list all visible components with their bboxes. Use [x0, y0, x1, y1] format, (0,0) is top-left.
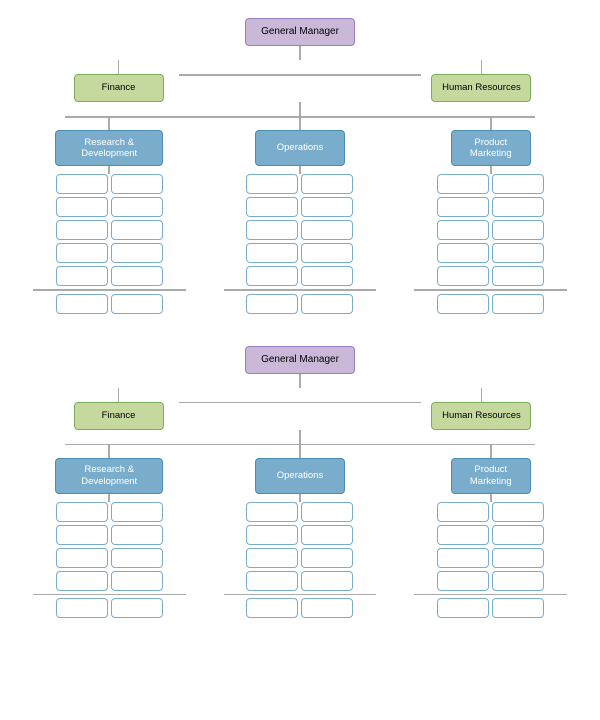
- ops-item[interactable]: [246, 266, 298, 286]
- hbar-staff-1: [179, 74, 421, 76]
- hr-box-2[interactable]: Human Resources: [431, 402, 531, 430]
- rd-item[interactable]: [111, 174, 163, 194]
- gm-box-2[interactable]: General Manager: [245, 346, 355, 374]
- rd-item[interactable]: [56, 220, 108, 240]
- ops2-item[interactable]: [246, 502, 298, 522]
- pm-item[interactable]: [492, 174, 544, 194]
- vline-left-1: [118, 60, 120, 74]
- gm-box-1[interactable]: General Manager: [245, 18, 355, 46]
- pm-item[interactable]: [492, 266, 544, 286]
- vline-rd-1: [108, 116, 110, 130]
- pm-item[interactable]: [437, 266, 489, 286]
- pm-item[interactable]: [492, 197, 544, 217]
- rd-item[interactable]: [111, 197, 163, 217]
- finance-box-2[interactable]: Finance: [74, 402, 164, 430]
- pm2-item[interactable]: [437, 525, 489, 545]
- ops-item[interactable]: [246, 174, 298, 194]
- pm-item[interactable]: [492, 243, 544, 263]
- rd2-item[interactable]: [56, 502, 108, 522]
- rd2-item[interactable]: [56, 525, 108, 545]
- pm2-item[interactable]: [492, 525, 544, 545]
- ops-item[interactable]: [246, 197, 298, 217]
- pm2-item[interactable]: [437, 548, 489, 568]
- rd-box-1[interactable]: Research & Development: [55, 130, 163, 166]
- ops-item[interactable]: [301, 294, 353, 314]
- rd2-item[interactable]: [111, 571, 163, 591]
- pm2-item[interactable]: [437, 571, 489, 591]
- pm2-item[interactable]: [492, 571, 544, 591]
- rd-item[interactable]: [56, 294, 108, 314]
- pm-item[interactable]: [492, 294, 544, 314]
- ops2-item[interactable]: [301, 525, 353, 545]
- ops2-item[interactable]: [301, 548, 353, 568]
- rd-item[interactable]: [111, 243, 163, 263]
- ops-item[interactable]: [246, 294, 298, 314]
- pm2-item[interactable]: [492, 598, 544, 618]
- vline-dept-2: [299, 430, 301, 444]
- vline-gm-1: [299, 46, 301, 60]
- ops-item[interactable]: [301, 220, 353, 240]
- ops2-item[interactable]: [246, 598, 298, 618]
- section-divider: [5, 328, 595, 338]
- pm-item[interactable]: [437, 174, 489, 194]
- vline-dept-1: [299, 102, 301, 116]
- ops2-item[interactable]: [246, 548, 298, 568]
- pm2-item[interactable]: [437, 598, 489, 618]
- finance-box-1[interactable]: Finance: [74, 74, 164, 102]
- pm-box-1[interactable]: Product Marketing: [451, 130, 531, 166]
- rd-item[interactable]: [111, 220, 163, 240]
- rd2-item[interactable]: [111, 525, 163, 545]
- org-chart-1: General Manager Finance Human Resources: [5, 10, 595, 318]
- ops2-item[interactable]: [301, 571, 353, 591]
- rd2-item[interactable]: [56, 598, 108, 618]
- pm-box-2[interactable]: Product Marketing: [451, 458, 531, 494]
- rd2-item[interactable]: [111, 502, 163, 522]
- rd2-item[interactable]: [111, 548, 163, 568]
- pm2-item[interactable]: [492, 502, 544, 522]
- rd-item[interactable]: [56, 197, 108, 217]
- rd-box-2[interactable]: Research & Development: [55, 458, 163, 494]
- gm-node-1: General Manager: [245, 18, 355, 46]
- rd-col1-1: [56, 174, 108, 286]
- hbar-dept-1: [65, 116, 534, 118]
- rd2-item[interactable]: [56, 548, 108, 568]
- ops-box-2[interactable]: Operations: [255, 458, 345, 494]
- gm-node-2: General Manager: [245, 346, 355, 374]
- pm-item[interactable]: [437, 197, 489, 217]
- ops-item[interactable]: [246, 243, 298, 263]
- rd-col2-1: [111, 174, 163, 286]
- ops2-item[interactable]: [246, 571, 298, 591]
- pm-item[interactable]: [492, 220, 544, 240]
- ops2-item[interactable]: [301, 598, 353, 618]
- ops-item[interactable]: [301, 197, 353, 217]
- org-chart-2: General Manager Finance Human Resources: [5, 338, 595, 623]
- ops2-item[interactable]: [246, 525, 298, 545]
- vline-ops-1: [299, 116, 301, 130]
- pm-item[interactable]: [437, 220, 489, 240]
- hr-box-1[interactable]: Human Resources: [431, 74, 531, 102]
- rd2-item[interactable]: [111, 598, 163, 618]
- ops-item[interactable]: [246, 220, 298, 240]
- ops-item[interactable]: [301, 243, 353, 263]
- ops-item[interactable]: [301, 266, 353, 286]
- ops-box-1[interactable]: Operations: [255, 130, 345, 166]
- vline-gm-2: [299, 374, 301, 388]
- ops-item[interactable]: [301, 174, 353, 194]
- rd2-item[interactable]: [56, 571, 108, 591]
- pm-item[interactable]: [437, 243, 489, 263]
- rd-item[interactable]: [111, 266, 163, 286]
- rd-item[interactable]: [56, 266, 108, 286]
- pm2-item[interactable]: [437, 502, 489, 522]
- pm-item[interactable]: [437, 294, 489, 314]
- rd-item[interactable]: [56, 174, 108, 194]
- rd-item[interactable]: [56, 243, 108, 263]
- vline-pm-1: [490, 116, 492, 130]
- pm2-item[interactable]: [492, 548, 544, 568]
- ops2-item[interactable]: [301, 502, 353, 522]
- rd-item[interactable]: [111, 294, 163, 314]
- page: General Manager Finance Human Resources: [0, 0, 600, 642]
- vline-right-1: [481, 60, 483, 74]
